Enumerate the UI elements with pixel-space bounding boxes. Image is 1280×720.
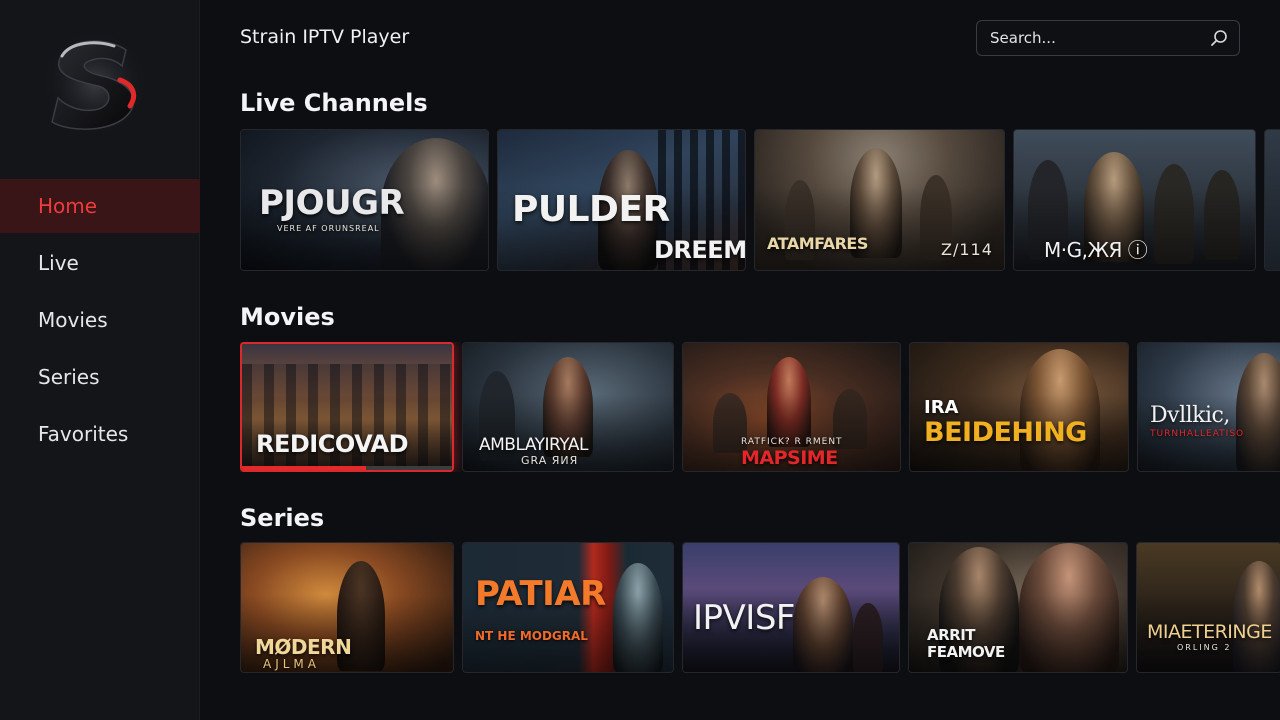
sidebar-item-label: Movies <box>38 308 108 332</box>
live-channel-card[interactable] <box>1264 129 1280 271</box>
search-input[interactable] <box>990 29 1209 47</box>
series-card[interactable]: ARRIT FEAMOVE <box>908 542 1128 673</box>
movies-row: REDICOVAD AMBLAYIRYAL GRA ЯИЯ RATFICK? R… <box>240 342 1280 472</box>
live-channels-row: PJOUGR VERE AF ORUNSREAL PULDER DREEMTS … <box>240 129 1280 271</box>
card-title: M·G,ЖЯ ⓘ <box>1044 238 1148 262</box>
card-title: PATIAR <box>475 574 606 614</box>
sidebar-item-label: Favorites <box>38 422 129 446</box>
card-title: IPVISF <box>693 598 795 638</box>
sidebar-item-label: Live <box>38 251 79 275</box>
card-subtitle: GRA ЯИЯ <box>521 454 579 467</box>
card-title: ARRIT FEAMOVE <box>927 626 1005 662</box>
sidebar-item-home[interactable]: Home <box>0 179 200 233</box>
card-subtitle: VERE AF ORUNSREAL <box>277 224 380 233</box>
card-subtitle: IRA <box>924 397 959 418</box>
movie-card[interactable]: Dvllkic, TURNHALLEATISO <box>1137 342 1280 472</box>
section-title-live: Live Channels <box>240 89 428 117</box>
card-title: PULDER <box>512 189 670 230</box>
card-subtitle: Z/114 <box>941 240 993 259</box>
card-title: MAPSIME <box>741 447 838 469</box>
sidebar: Home Live Movies Series Favorites <box>0 0 200 720</box>
card-title: ATAMFARES <box>767 234 868 253</box>
card-subtitle: TURNHALLEATISO <box>1150 429 1245 439</box>
series-card[interactable]: MØDERN AJLMA <box>240 542 454 673</box>
sidebar-item-label: Series <box>38 365 100 389</box>
movie-card[interactable]: RATFICK? R RMENT MAPSIME <box>682 342 901 472</box>
live-channel-card[interactable]: M·G,ЖЯ ⓘ <box>1013 129 1256 271</box>
card-subtitle: RATFICK? R RMENT <box>741 437 843 447</box>
card-title: PJOUGR <box>259 183 405 223</box>
section-title-movies: Movies <box>240 303 335 331</box>
search-box[interactable] <box>976 20 1240 56</box>
sidebar-item-favorites[interactable]: Favorites <box>0 407 200 461</box>
search-icon[interactable] <box>1209 28 1229 48</box>
card-subtitle: NT HE MODGRAL <box>475 629 588 643</box>
card-subtitle: AJLMA <box>263 657 320 671</box>
live-channel-card[interactable]: ATAMFARES Z/114 <box>754 129 1005 271</box>
sidebar-item-live[interactable]: Live <box>0 236 200 290</box>
series-card[interactable]: IPVISF <box>682 542 900 673</box>
card-title: Dvllkic, <box>1150 403 1230 428</box>
sidebar-nav: Home Live Movies Series Favorites <box>0 179 200 464</box>
sidebar-item-series[interactable]: Series <box>0 350 200 404</box>
card-subtitle: DREEMTS <box>654 236 746 264</box>
series-card[interactable]: PATIAR NT HE MODGRAL <box>462 542 674 673</box>
card-title: AMBLAYIRYAL <box>479 435 588 455</box>
s-logo-icon <box>40 28 150 138</box>
movie-card[interactable]: IRA BEIDEHING <box>909 342 1129 472</box>
watch-progress-bar <box>242 466 452 470</box>
live-channel-card[interactable]: PULDER DREEMTS <box>497 129 746 271</box>
sidebar-item-label: Home <box>38 194 98 218</box>
card-subtitle: ORLING 2 <box>1177 643 1232 652</box>
section-title-series: Series <box>240 504 325 532</box>
live-channel-card[interactable]: PJOUGR VERE AF ORUNSREAL <box>240 129 489 271</box>
card-title: MØDERN <box>255 635 352 659</box>
card-title: BEIDEHING <box>924 417 1087 448</box>
card-title: MIAETERINGE <box>1147 621 1272 643</box>
series-row: MØDERN AJLMA PATIAR NT HE MODGRAL IPVISF… <box>240 542 1280 673</box>
app-title: Strain IPTV Player <box>240 26 410 48</box>
movie-card-focused[interactable]: REDICOVAD <box>240 342 454 472</box>
series-card[interactable]: MIAETERINGE ORLING 2 <box>1136 542 1280 673</box>
sidebar-item-movies[interactable]: Movies <box>0 293 200 347</box>
card-title: REDICOVAD <box>256 430 409 458</box>
watch-progress-fill <box>242 466 366 470</box>
movie-card[interactable]: AMBLAYIRYAL GRA ЯИЯ <box>462 342 674 472</box>
